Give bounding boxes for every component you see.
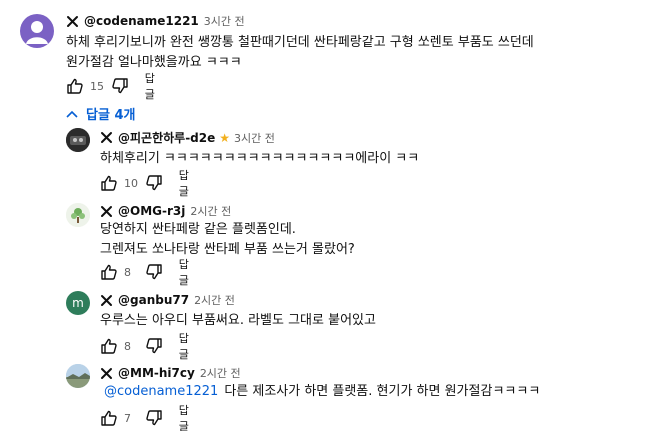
- comment-time[interactable]: 2시간 전: [194, 292, 235, 308]
- dislike-icon[interactable]: [145, 337, 163, 355]
- comment-line: 원가절감 얼나마했을까요 ㅋㅋㅋ: [66, 55, 242, 70]
- x-mark-icon: [101, 132, 112, 143]
- chevron-up-icon: [66, 110, 78, 118]
- like-count: 10: [124, 176, 138, 190]
- dislike-icon[interactable]: [145, 263, 163, 281]
- comment-time[interactable]: 2시간 전: [190, 203, 231, 219]
- like-count: 8: [124, 339, 131, 353]
- avatar[interactable]: [66, 128, 90, 152]
- dislike-icon[interactable]: [145, 174, 163, 192]
- like-icon[interactable]: [100, 337, 118, 355]
- dislike-icon[interactable]: [111, 77, 129, 95]
- avatar[interactable]: [20, 14, 54, 48]
- user-silhouette-icon: [26, 21, 48, 44]
- like-count: 15: [90, 79, 104, 93]
- comment-time[interactable]: 3시간 전: [234, 130, 275, 146]
- comment-text: 하체 후리기보니까 완전 쌩깡통 철판때기던데 싼타페랑같고 구형 쏘렌토 부품…: [66, 33, 534, 73]
- like-count: 7: [124, 411, 131, 425]
- x-mark-icon: [101, 205, 112, 217]
- like-icon[interactable]: [100, 263, 118, 281]
- comment-line: 당연하지 싼타페랑 같은 플렛폼인데.: [100, 222, 296, 237]
- mention-link[interactable]: @codename1221: [104, 384, 218, 399]
- like-icon[interactable]: [66, 77, 84, 95]
- x-mark-icon: [101, 294, 112, 306]
- avatar[interactable]: m: [66, 291, 90, 315]
- reply-button[interactable]: 답글: [145, 70, 160, 102]
- comment-time[interactable]: 2시간 전: [200, 365, 241, 381]
- comment-line: 다른 제조사가 하면 플랫폼. 현기가 하면 원가절감ㅋㅋㅋㅋ: [224, 384, 541, 399]
- reply-button[interactable]: 답글: [179, 256, 194, 288]
- comment-line: 그렌져도 쏘나타랑 싼타페 부품 쓰는거 몰랐어?: [100, 242, 355, 257]
- comment-author[interactable]: @MM-hi7cy: [118, 366, 195, 380]
- profile-image-icon: [66, 203, 90, 227]
- x-mark-icon: [101, 367, 112, 379]
- dislike-icon[interactable]: [145, 409, 163, 427]
- replies-toggle-button[interactable]: 답글 4개: [66, 104, 135, 123]
- comment-author[interactable]: @OMG-r3j: [118, 204, 185, 218]
- comment-text: 당연하지 싼타페랑 같은 플렛폼인데. 그렌져도 쏘나타랑 싼타페 부품 쓰는거…: [100, 220, 355, 260]
- like-icon[interactable]: [100, 409, 118, 427]
- comment-time[interactable]: 3시간 전: [204, 13, 245, 29]
- comment-text: @codename1221 다른 제조사가 하면 플랫폼. 현기가 하면 원가절감…: [104, 382, 540, 402]
- profile-image-icon: [66, 128, 90, 152]
- comment-author[interactable]: @피곤한하루-d2e: [118, 129, 215, 146]
- comment-line: 우루스는 아우디 부품써요. 라벨도 그대로 붙어있고: [100, 313, 376, 328]
- avatar[interactable]: [66, 364, 90, 388]
- comment-line: 하체 후리기보니까 완전 쌩깡통 철판때기던데 싼타페랑같고 구형 쏘렌토 부품…: [66, 35, 534, 50]
- comment-author[interactable]: @ganbu77: [118, 293, 189, 307]
- reply-button[interactable]: 답글: [179, 402, 194, 431]
- avatar-letter: m: [72, 296, 84, 310]
- star-badge-icon: ★: [219, 130, 231, 145]
- reply-button[interactable]: 답글: [179, 167, 194, 199]
- profile-image-icon: [66, 364, 90, 388]
- comment-line: 하체후리기 ㅋㅋㅋㅋㅋㅋㅋㅋㅋㅋㅋㅋㅋㅋㅋㅋ에라이 ㅋㅋ: [100, 151, 420, 166]
- like-count: 8: [124, 265, 131, 279]
- replies-toggle-label: 답글 4개: [86, 108, 136, 123]
- reply-button[interactable]: 답글: [179, 330, 194, 362]
- comment-text: 하체후리기 ㅋㅋㅋㅋㅋㅋㅋㅋㅋㅋㅋㅋㅋㅋㅋㅋ에라이 ㅋㅋ: [100, 149, 419, 169]
- avatar[interactable]: [66, 203, 90, 227]
- x-mark-icon: [67, 15, 78, 27]
- comment-text: 우루스는 아우디 부품써요. 라벨도 그대로 붙어있고: [100, 311, 376, 331]
- comment-author[interactable]: @codename1221: [84, 14, 199, 28]
- like-icon[interactable]: [100, 174, 118, 192]
